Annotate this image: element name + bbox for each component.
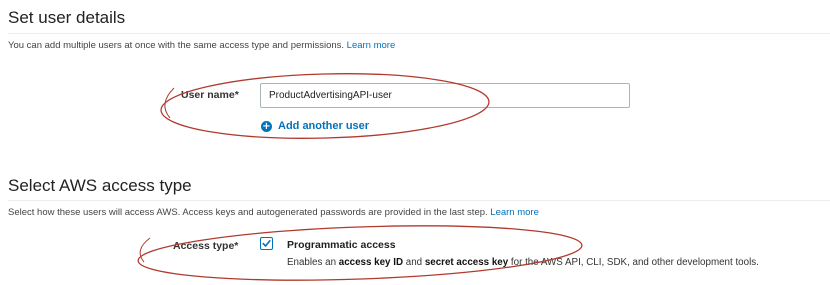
annotation-ellipse [160, 73, 490, 139]
programmatic-access-description: Enables an access key ID and secret acce… [287, 254, 827, 271]
add-another-user-label: Add another user [278, 120, 370, 132]
access-type-label: Access type* [173, 240, 239, 252]
section-divider [8, 200, 830, 201]
programmatic-access-checkbox[interactable] [260, 237, 273, 250]
user-details-description: You can add multiple users at once with … [8, 40, 395, 51]
option-desc-text: and [403, 257, 425, 268]
select-access-type-heading: Select AWS access type [8, 176, 192, 195]
add-another-user-button[interactable]: + Add another user [261, 120, 369, 132]
user-name-label: User name* [181, 89, 239, 101]
option-desc-text: for the AWS API, CLI, SDK, and other dev… [508, 257, 759, 268]
option-desc-text: Enables an [287, 257, 339, 268]
annotation-ellipse [137, 225, 583, 281]
user-details-description-text: You can add multiple users at once with … [8, 40, 345, 51]
access-type-description: Select how these users will access AWS. … [8, 207, 539, 218]
access-type-description-text: Select how these users will access AWS. … [8, 207, 488, 218]
learn-more-link[interactable]: Learn more [347, 40, 396, 51]
set-user-details-heading: Set user details [8, 8, 126, 27]
learn-more-link[interactable]: Learn more [490, 207, 539, 218]
checkmark-icon [262, 240, 271, 247]
plus-circle-icon: + [261, 120, 272, 132]
option-desc-bold: access key ID [338, 257, 404, 268]
section-divider [8, 33, 830, 34]
user-name-input[interactable] [260, 83, 630, 108]
programmatic-access-title: Programmatic access [287, 239, 396, 251]
option-desc-bold: secret access key [424, 257, 509, 268]
